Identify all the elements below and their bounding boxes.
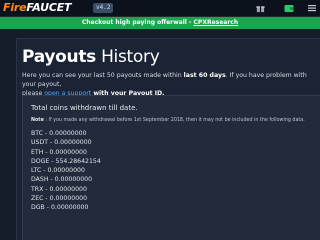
coin-row-dgb: DGB - 0.00000000 [31, 204, 89, 212]
promo-link[interactable]: CPXResearch [194, 19, 239, 26]
coin-row-ltc: LTC - 0.00000000 [31, 167, 85, 175]
promo-text: Checkout high paying offerwall - [81, 19, 194, 26]
gift-icon[interactable] [254, 2, 266, 14]
wallet-icon[interactable] [283, 2, 295, 14]
logo-faucet-text: FAUCET [26, 1, 72, 14]
coin-totals-list: BTC - 0.00000000 USDT - 0.00000000 ETH -… [31, 129, 101, 213]
coin-row-zec: ZEC - 0.00000000 [31, 195, 88, 203]
coin-row-btc: BTC - 0.00000000 [31, 130, 87, 137]
offerwall-promo-banner: Checkout high paying offerwall - CPXRese… [0, 17, 320, 29]
intro-text: Here you can see your last 50 payouts ma… [22, 72, 307, 97]
logo-fire-text: Fire [3, 1, 27, 14]
coin-row-usdt: USDT - 0.00000000 [31, 139, 92, 147]
coin-row-doge: DOGE - 554.28642154 [31, 157, 101, 165]
menu-icon[interactable] [306, 2, 318, 14]
version-badge: v4.2 [93, 3, 114, 13]
coin-row-dash: DASH - 0.00000000 [31, 176, 93, 184]
panel-heading: Total coins withdrawn till date. [31, 104, 138, 112]
coin-row-eth: ETH - 0.00000000 [31, 148, 87, 156]
coin-row-trx: TRX - 0.00000000 [31, 185, 87, 193]
page-title: Payouts History [22, 47, 160, 67]
firefaucet-logo[interactable]: FireFAUCET [3, 1, 72, 15]
top-navbar: FireFAUCET v4.2 [0, 0, 320, 17]
withdrawal-note: Note : If you made any withdrawal before… [31, 118, 305, 123]
